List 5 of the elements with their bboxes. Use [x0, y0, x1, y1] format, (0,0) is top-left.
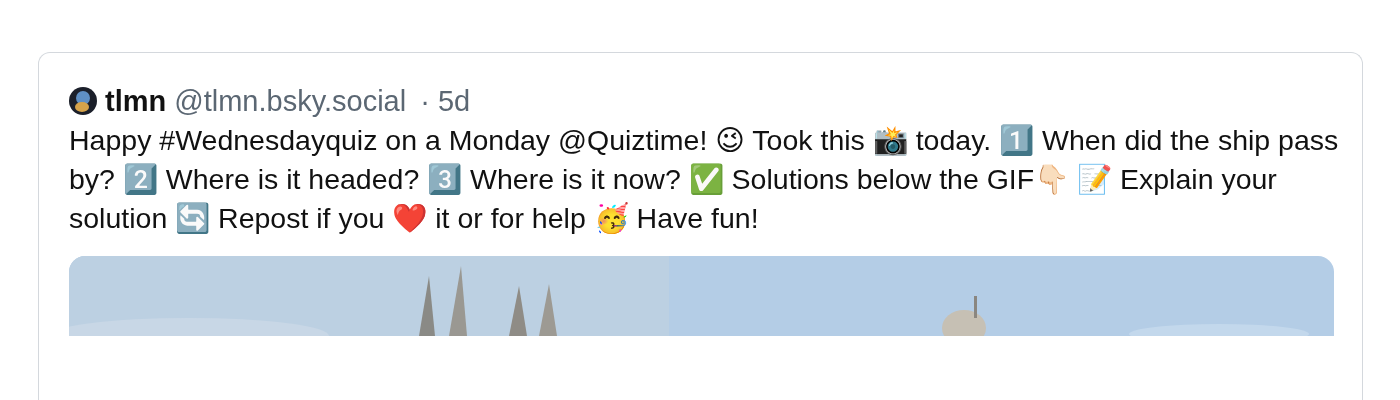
author-name[interactable]: tlmn — [105, 83, 167, 119]
post-time[interactable]: · 5d — [420, 83, 471, 119]
avatar-icon[interactable] — [69, 87, 97, 115]
post-text: Happy #Wednesdayquiz on a Monday @Quiztime! 😉 Took this 📸 today. 1⃣ When did the ship pass by? 2⃣ Where is it headed? 3⃣ Where is it now? ✅ Solutions below the GIF👇🏻 📝 Explain your solution 🔄 Repost if you ❤ it or for help 🥳 Have fun! — [69, 123, 1339, 236]
author-handle[interactable]: @tlmn.bsky.social — [174, 83, 407, 119]
